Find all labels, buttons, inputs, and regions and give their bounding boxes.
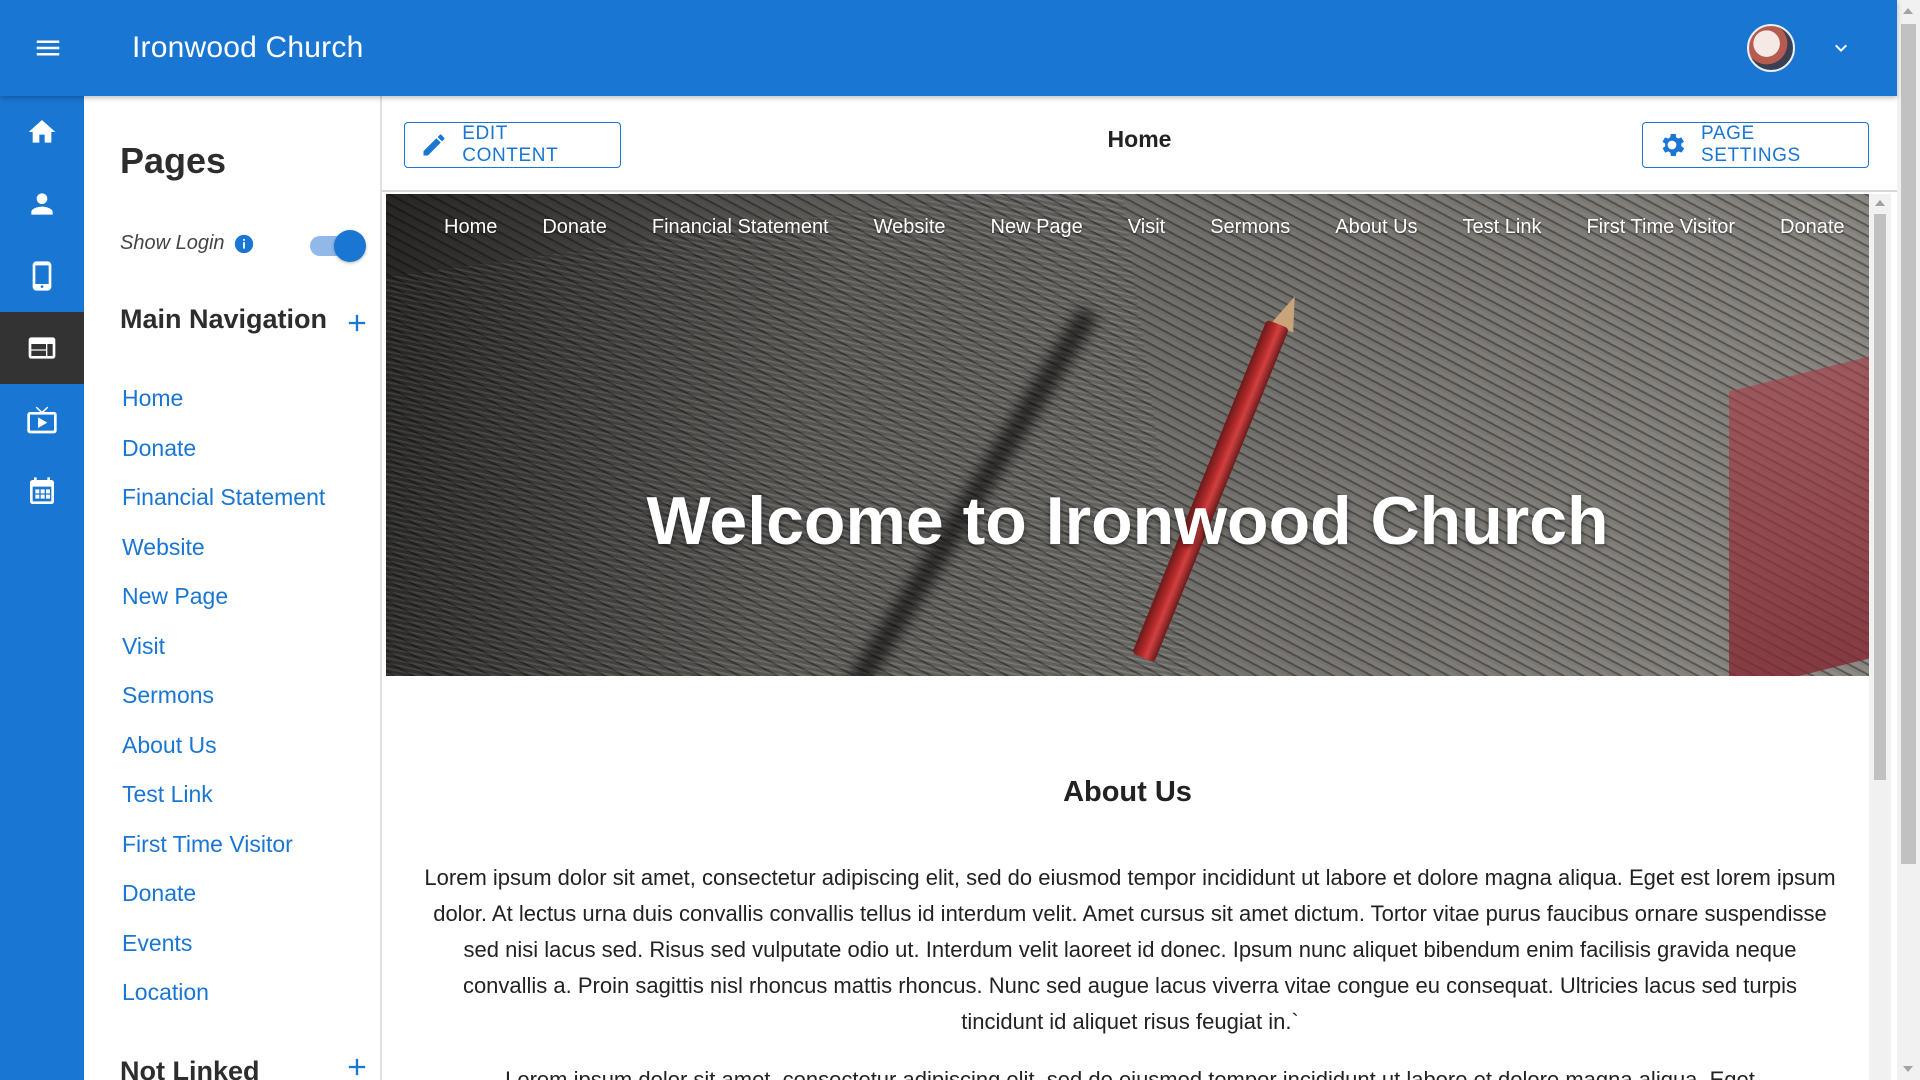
main-nav-item[interactable]: Website [122,529,325,579]
about-us-text-2: Lorem ipsum dolor sit amet, consectetur … [505,1067,1755,1080]
gear-icon [1657,130,1687,160]
site-nav-link[interactable]: Donate [542,216,607,239]
main-area: EDIT CONTENT Home PAGE SETTINGS Home Dona… [382,96,1897,1080]
main-nav-item[interactable]: First Time Visitor [122,826,325,876]
site-nav-link[interactable]: First Time Visitor [1586,216,1735,239]
site-nav-link[interactable]: Donate [1780,216,1845,239]
info-icon[interactable] [233,233,255,255]
main-nav-item[interactable]: Home [122,380,325,430]
web-icon [28,337,56,359]
site-nav-link[interactable]: Financial Statement [652,216,829,239]
plus-icon [348,314,366,332]
home-icon [28,120,56,143]
rail-item-home[interactable] [0,96,84,168]
page-settings-label: PAGE SETTINGS [1701,123,1801,166]
pages-title: Pages [120,140,227,181]
page-preview: Home Donate Financial Statement Website New … [386,194,1869,1080]
preview-scrollbar-thumb[interactable] [1874,214,1886,780]
main-navigation-list: Home Donate Financial Statement Website New … [122,380,325,1024]
main-navigation-heading: Main Navigation [120,304,328,334]
main-nav-item[interactable]: Donate [122,875,325,925]
site-nav-link[interactable]: About Us [1335,216,1417,239]
person-icon [31,193,53,215]
hero-banner: Home Donate Financial Statement Website New … [386,194,1869,676]
preview-scrollbar[interactable] [1869,194,1891,1080]
main-nav-item[interactable]: Events [122,925,325,975]
menu-icon [36,40,60,56]
site-navigation: Home Donate Financial Statement Website New … [386,216,1869,239]
window-scrollbar[interactable] [1897,0,1920,1080]
nav-rail [0,96,84,1080]
site-nav-link[interactable]: Sermons [1210,216,1290,239]
rail-item-mobile[interactable] [0,240,84,312]
about-us-heading: About Us [1063,776,1192,808]
scroll-down-arrow[interactable] [1903,1066,1913,1072]
window-scrollbar-thumb[interactable] [1901,24,1916,864]
main-nav-item[interactable]: About Us [122,727,325,777]
rail-item-calendar[interactable] [0,456,84,528]
main-nav-item[interactable]: Test Link [122,776,325,826]
app-title: Ironwood Church [132,31,364,64]
main-nav-item[interactable]: Location [122,974,325,1024]
not-linked-heading: Not Linked [120,1056,260,1080]
main-nav-item[interactable]: Financial Statement [122,479,325,529]
add-main-nav-button[interactable] [342,308,372,338]
menu-button[interactable] [0,0,96,96]
show-login-row: Show Login [120,232,255,255]
page-settings-button[interactable]: PAGE SETTINGS [1642,122,1869,168]
main-nav-item[interactable]: Donate [122,430,325,480]
main-nav-item[interactable]: New Page [122,578,325,628]
show-login-toggle[interactable] [310,230,366,262]
chevron-down-icon[interactable] [1829,36,1853,60]
rail-item-website[interactable] [0,312,84,384]
add-not-linked-button[interactable] [342,1052,372,1080]
calendar-icon [30,477,54,504]
rail-item-people[interactable] [0,168,84,240]
site-nav-link[interactable]: Visit [1128,216,1165,239]
main-nav-item[interactable]: Sermons [122,677,325,727]
site-nav-link[interactable]: Test Link [1463,216,1542,239]
live-tv-icon [27,406,57,434]
page-toolbar: EDIT CONTENT Home PAGE SETTINGS [382,96,1897,192]
site-nav-link[interactable]: Home [444,216,497,239]
site-nav-link[interactable]: Website [874,216,946,239]
show-login-label: Show Login [120,232,225,254]
user-menu[interactable] [1747,24,1853,72]
site-nav-link[interactable]: New Page [991,216,1083,239]
app-bar: Ironwood Church [0,0,1897,96]
hero-title: Welcome to Ironwood Church [646,483,1609,559]
plus-icon [348,1058,366,1076]
pages-panel: Pages Show Login Main Navigation Home Don… [84,96,382,1080]
rail-item-streaming[interactable] [0,384,84,456]
about-us-text: Lorem ipsum dolor sit amet, consectetur … [424,865,1836,1034]
avatar[interactable] [1747,24,1795,72]
main-nav-item[interactable]: Visit [122,628,325,678]
mobile-icon [32,261,52,291]
scroll-up-arrow[interactable] [1903,8,1913,14]
